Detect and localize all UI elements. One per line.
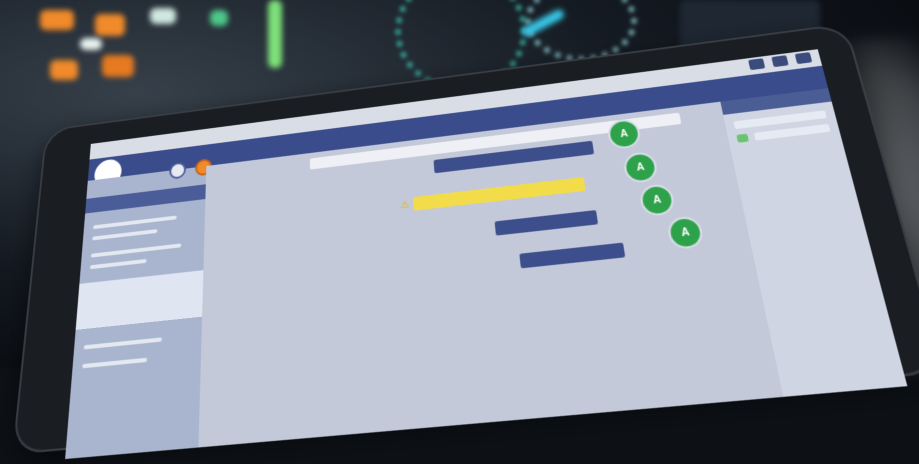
sidebar-item[interactable] <box>90 243 182 258</box>
panel-light-white <box>150 8 176 24</box>
sidebar-item[interactable] <box>92 229 158 241</box>
step-pill[interactable] <box>519 242 626 269</box>
sidebar-item[interactable] <box>82 357 148 369</box>
warning-pill[interactable] <box>412 177 586 211</box>
procedure-step[interactable] <box>494 210 599 236</box>
status-badge[interactable]: A <box>640 185 674 215</box>
right-panel-indicator <box>736 133 749 143</box>
status-badge[interactable]: A <box>624 153 657 182</box>
panel-light-orange <box>40 10 74 30</box>
menu-icon[interactable] <box>794 52 813 65</box>
procedure-step[interactable] <box>519 242 626 269</box>
step-pill[interactable] <box>494 210 599 236</box>
sidebar <box>65 166 207 460</box>
sidebar-item[interactable] <box>92 215 177 230</box>
panel-light-orange <box>102 55 134 77</box>
sidebar-item[interactable] <box>89 258 147 270</box>
status-badge[interactable]: A <box>668 217 703 248</box>
procedure-step-warning[interactable]: ⚠ <box>400 177 586 212</box>
right-panel-row[interactable] <box>753 123 831 141</box>
panel-bar-green <box>268 0 282 68</box>
book-icon[interactable] <box>748 58 766 71</box>
panel-light-green <box>210 10 228 26</box>
panel-light-orange <box>50 60 78 80</box>
sidebar-item-selected[interactable] <box>75 270 204 330</box>
sidebar-item[interactable] <box>83 337 162 350</box>
panel-light-white <box>80 38 102 50</box>
gear-icon[interactable] <box>169 161 187 180</box>
warning-icon: ⚠ <box>399 199 410 211</box>
list-icon[interactable] <box>771 55 789 68</box>
sidebar-header <box>85 184 206 214</box>
panel-light-orange <box>95 14 125 36</box>
